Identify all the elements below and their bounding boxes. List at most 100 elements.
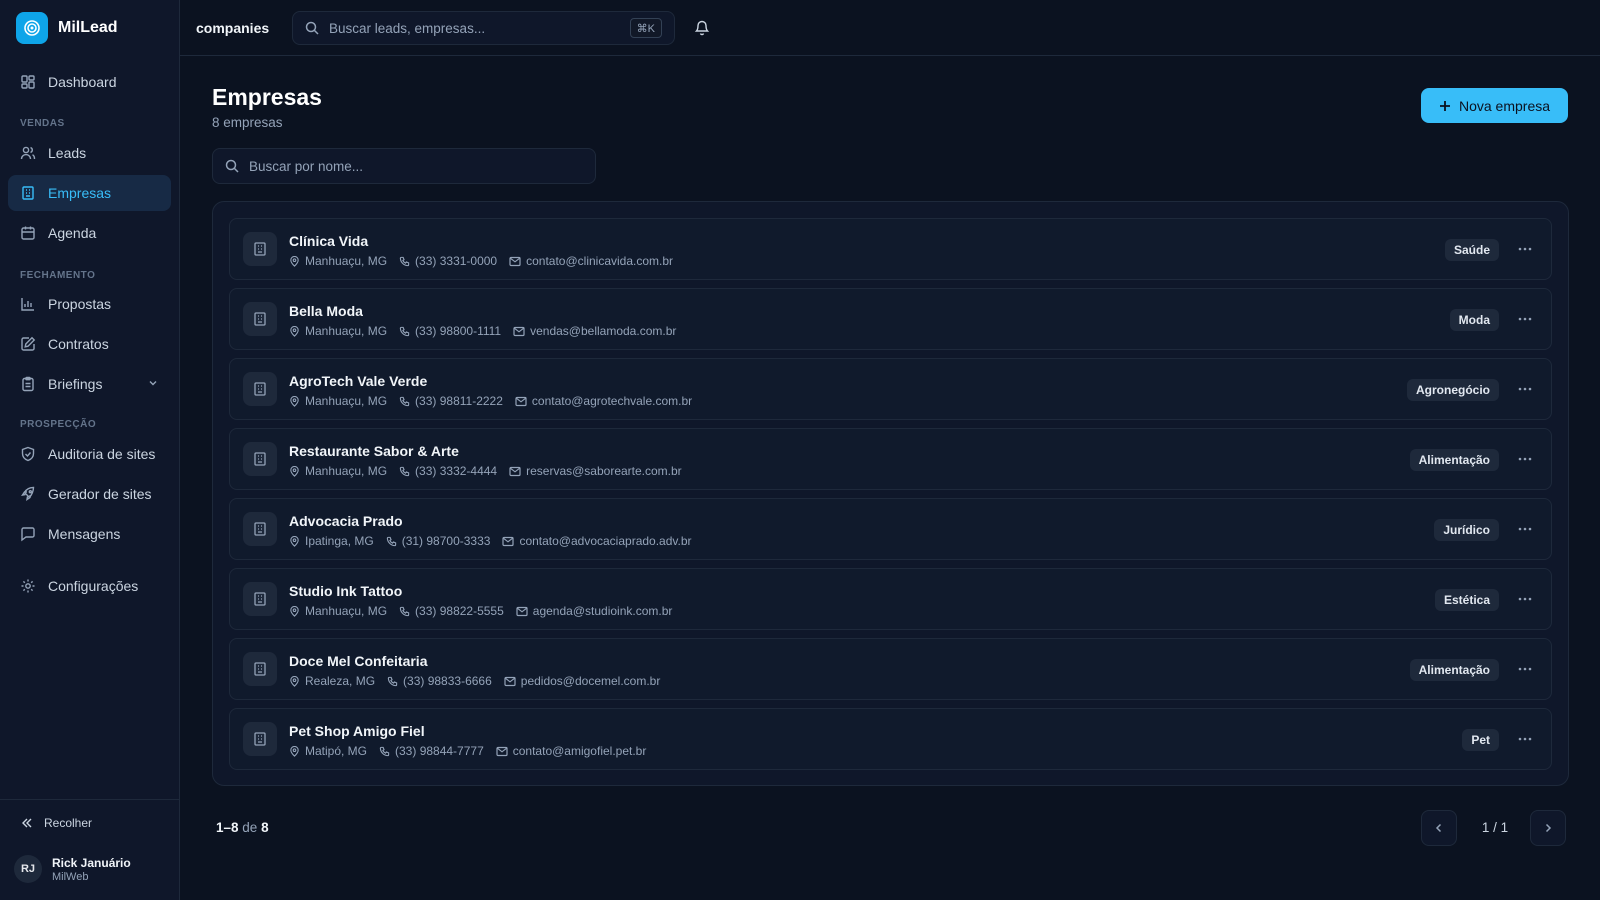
dashboard-icon <box>21 75 35 89</box>
sidebar-item-label: Leads <box>48 145 87 161</box>
bell-icon[interactable] <box>694 19 710 36</box>
sidebar-item-auditoria[interactable]: Auditoria de sites <box>8 436 171 472</box>
more-options-icon[interactable] <box>1517 381 1533 397</box>
company-details: Ipatinga, MG (31) 98700-3333 contato@advoc… <box>289 534 692 548</box>
company-name[interactable]: Studio Ink Tattoo <box>289 583 402 599</box>
company-name[interactable]: AgroTech Vale Verde <box>289 373 427 389</box>
company-list: Clínica Vida Manhuaçu, MG (33) 3331-0000 co… <box>212 201 1569 786</box>
map-pin-icon <box>289 675 300 687</box>
company-location: Manhuaçu, MG <box>289 464 387 478</box>
more-options-icon[interactable] <box>1517 521 1533 537</box>
gear-icon <box>21 579 35 593</box>
sidebar-item-leads[interactable]: Leads <box>8 135 171 171</box>
phone-icon <box>399 606 410 617</box>
more-options-icon[interactable] <box>1517 311 1533 327</box>
company-phone: (33) 3331-0000 <box>399 254 497 268</box>
building-icon <box>22 186 34 200</box>
location-text: Manhuaçu, MG <box>305 604 388 618</box>
company-row[interactable]: Doce Mel Confeitaria Realeza, MG (33) 9883… <box>229 638 1552 700</box>
previous-page-button[interactable] <box>1421 810 1457 846</box>
company-row[interactable]: Studio Ink Tattoo Manhuaçu, MG (33) 98822-… <box>229 568 1552 630</box>
email-text: contato@agrotechvale.com.br <box>531 394 693 408</box>
global-search-input[interactable] <box>329 20 619 36</box>
email-text: contato@clinicavida.com.br <box>526 254 674 268</box>
sidebar-item-propostas[interactable]: Propostas <box>8 286 171 322</box>
company-phone: (33) 98833-6666 <box>387 674 492 688</box>
segment-badge: Moda <box>1449 309 1499 331</box>
email-text: pedidos@docemel.com.br <box>520 674 661 688</box>
sidebar-item-dashboard[interactable]: Dashboard <box>8 64 171 100</box>
location-text: Ipatinga, MG <box>305 534 374 548</box>
company-name[interactable]: Clínica Vida <box>289 233 368 249</box>
more-options-icon[interactable] <box>1517 731 1533 747</box>
company-search[interactable] <box>212 148 596 184</box>
map-pin-icon <box>289 395 300 407</box>
global-search[interactable]: ⌘K <box>292 11 675 45</box>
company-details: Manhuaçu, MG (33) 98822-5555 agenda@studio… <box>289 604 672 618</box>
company-details: Matipó, MG (33) 98844-7777 contato@amigofi… <box>289 744 646 758</box>
company-location: Matipó, MG <box>289 744 367 758</box>
sidebar-item-label: Contratos <box>48 336 109 352</box>
more-options-icon[interactable] <box>1517 451 1533 467</box>
map-pin-icon <box>289 325 300 337</box>
sidebar-item-label: Gerador de sites <box>48 486 152 502</box>
segment-badge: Saúde <box>1444 239 1499 261</box>
company-row[interactable]: Bella Moda Manhuaçu, MG (33) 98800-1111 ven… <box>229 288 1552 350</box>
sidebar-item-agenda[interactable]: Agenda <box>8 215 171 251</box>
email-text: reservas@saborearte.com.br <box>526 464 682 478</box>
user-profile[interactable]: RJ Rick Januário MilWeb <box>14 855 131 883</box>
sidebar-item-empresas[interactable]: Empresas <box>8 175 171 211</box>
email-text: agenda@studioink.com.br <box>532 604 673 618</box>
brand[interactable]: MilLead <box>16 12 118 44</box>
company-row[interactable]: Pet Shop Amigo Fiel Matipó, MG (33) 98844-… <box>229 708 1552 770</box>
sidebar-item-gerador[interactable]: Gerador de sites <box>8 476 171 512</box>
mail-icon <box>509 256 521 267</box>
company-count: 8 empresas <box>212 115 283 130</box>
more-options-icon[interactable] <box>1517 661 1533 677</box>
company-search-input[interactable] <box>249 158 539 174</box>
topbar: companies ⌘K <box>180 0 1600 56</box>
company-location: Manhuaçu, MG <box>289 254 387 268</box>
company-name[interactable]: Doce Mel Confeitaria <box>289 653 427 669</box>
building-icon <box>243 652 277 686</box>
new-company-button[interactable]: Nova empresa <box>1421 88 1568 123</box>
phone-text: (33) 98833-6666 <box>403 674 492 688</box>
location-text: Manhuaçu, MG <box>305 254 388 268</box>
map-pin-icon <box>289 605 300 617</box>
mail-icon <box>513 326 525 337</box>
collapse-sidebar-button[interactable]: Recolher <box>20 816 92 830</box>
rocket-icon <box>21 486 35 501</box>
sidebar-item-label: Auditoria de sites <box>48 446 156 462</box>
company-phone: (33) 98800-1111 <box>399 324 501 338</box>
building-icon <box>243 582 277 616</box>
chevron-down-icon[interactable] <box>147 377 159 389</box>
more-options-icon[interactable] <box>1517 241 1533 257</box>
phone-icon <box>387 676 398 687</box>
company-email: pedidos@docemel.com.br <box>504 674 661 688</box>
sidebar-item-mensagens[interactable]: Mensagens <box>8 516 171 552</box>
sidebar-item-briefings[interactable]: Briefings <box>8 366 171 402</box>
company-name[interactable]: Advocacia Prado <box>289 513 403 529</box>
section-prospeccao: PROSPECÇÃO <box>20 419 97 430</box>
company-name[interactable]: Bella Moda <box>289 303 363 319</box>
sidebar-item-label: Briefings <box>48 376 103 392</box>
sidebar-item-configuracoes[interactable]: Configurações <box>8 568 171 604</box>
company-location: Ipatinga, MG <box>289 534 374 548</box>
company-row[interactable]: AgroTech Vale Verde Manhuaçu, MG (33) 9881… <box>229 358 1552 420</box>
more-options-icon[interactable] <box>1517 591 1533 607</box>
company-phone: (31) 98700-3333 <box>386 534 490 548</box>
shortcut-badge: ⌘K <box>629 18 662 38</box>
company-row[interactable]: Clínica Vida Manhuaçu, MG (33) 3331-0000 co… <box>229 218 1552 280</box>
segment-badge: Estética <box>1434 589 1499 611</box>
sidebar-item-contratos[interactable]: Contratos <box>8 326 171 362</box>
users-icon <box>20 146 36 160</box>
company-row[interactable]: Advocacia Prado Ipatinga, MG (31) 98700-33… <box>229 498 1552 560</box>
chevron-right-icon <box>1545 823 1552 833</box>
next-page-button[interactable] <box>1530 810 1566 846</box>
company-name[interactable]: Restaurante Sabor & Arte <box>289 443 459 459</box>
building-icon <box>243 442 277 476</box>
company-row[interactable]: Restaurante Sabor & Arte Manhuaçu, MG (33)… <box>229 428 1552 490</box>
company-name[interactable]: Pet Shop Amigo Fiel <box>289 723 425 739</box>
company-details: Manhuaçu, MG (33) 3331-0000 contato@clinic… <box>289 254 673 268</box>
mail-icon <box>502 536 515 547</box>
